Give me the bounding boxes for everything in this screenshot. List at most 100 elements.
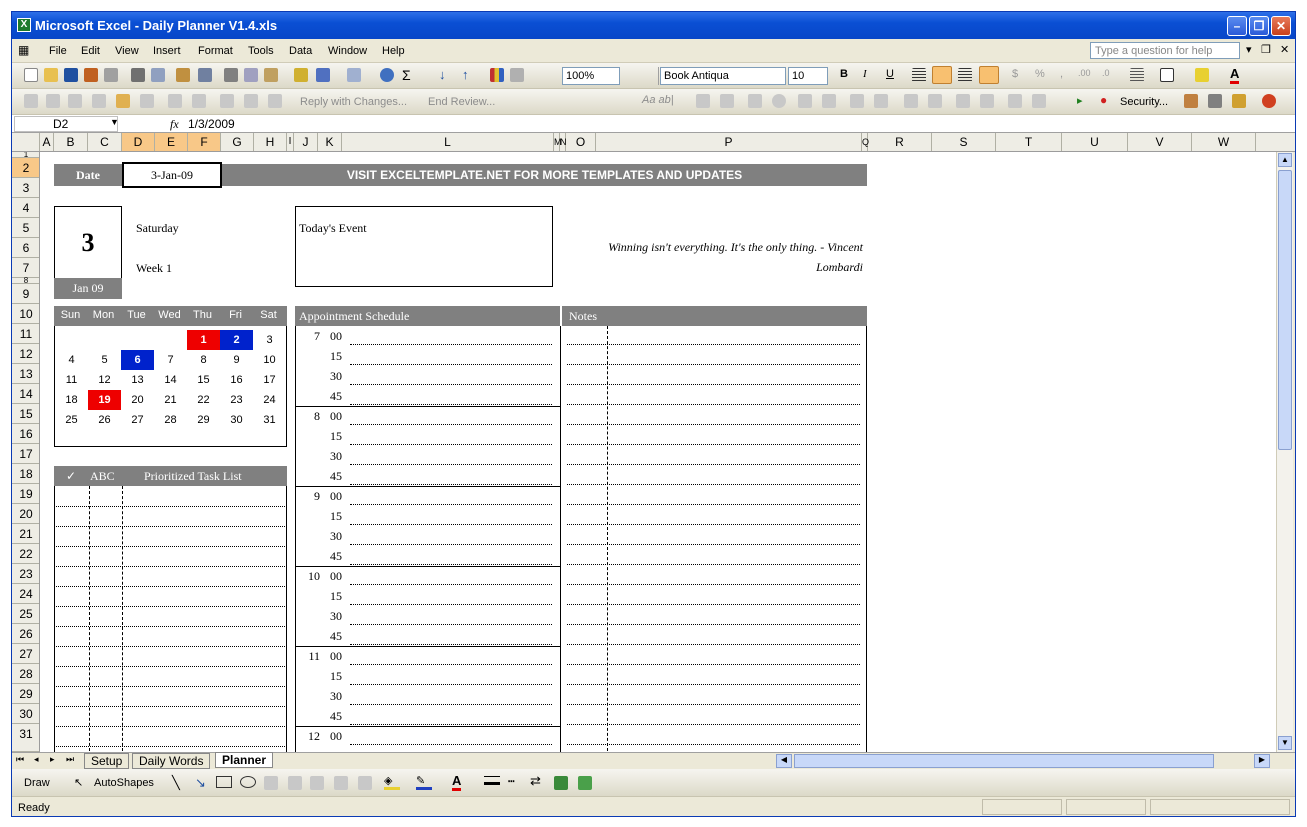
appointment-line[interactable] <box>350 464 552 465</box>
review-icon-3[interactable] <box>68 94 82 108</box>
rectangle-icon[interactable] <box>216 776 232 788</box>
scroll-left-button[interactable]: ◀ <box>776 754 792 768</box>
review-icon-10[interactable] <box>244 94 258 108</box>
forms-icon-12[interactable] <box>1032 94 1046 108</box>
appointment-line[interactable] <box>350 604 552 605</box>
appointment-line[interactable] <box>350 744 552 745</box>
calendar-day[interactable]: 9 <box>220 350 253 370</box>
menu-help[interactable]: Help <box>382 45 405 57</box>
help-search-input[interactable]: Type a question for help <box>1090 42 1240 59</box>
appointment-line[interactable] <box>350 564 552 565</box>
forms-icon-4[interactable] <box>822 94 836 108</box>
scroll-down-button[interactable]: ▼ <box>1278 736 1292 750</box>
dash-style-icon[interactable]: ┅ <box>508 775 515 788</box>
calendar-day[interactable]: 12 <box>88 370 121 390</box>
control-icon[interactable] <box>1262 94 1276 108</box>
autoshapes-button[interactable]: AutoShapes <box>94 777 154 789</box>
row-header[interactable]: 17 <box>12 444 39 464</box>
row-header[interactable]: 29 <box>12 684 39 704</box>
email-icon[interactable] <box>104 68 118 82</box>
review-icon-5[interactable] <box>116 94 130 108</box>
col-header-j[interactable]: J <box>294 133 318 151</box>
calendar-day[interactable]: 21 <box>154 390 187 410</box>
row-header[interactable]: 28 <box>12 664 39 684</box>
menu-insert[interactable]: Insert <box>153 45 181 57</box>
appointment-line[interactable] <box>350 664 552 665</box>
notes-line[interactable] <box>567 424 860 425</box>
vertical-scrollbar[interactable]: ▲ ▼ <box>1276 152 1293 752</box>
notes-line[interactable] <box>567 744 860 745</box>
increase-decimal-icon[interactable]: .00 <box>1078 68 1091 78</box>
col-header-r[interactable]: R <box>868 133 932 151</box>
row-header[interactable]: 26 <box>12 624 39 644</box>
checkbox-icon[interactable] <box>748 94 762 108</box>
notes-line[interactable] <box>567 444 860 445</box>
notes-line[interactable] <box>567 704 860 705</box>
vba-icon[interactable] <box>1184 94 1198 108</box>
format-painter-icon[interactable] <box>294 68 308 82</box>
row-header[interactable]: 3 <box>12 178 39 198</box>
forms-icon-8[interactable] <box>928 94 942 108</box>
col-header-i[interactable]: I <box>287 133 294 151</box>
option-button-icon[interactable] <box>772 94 786 108</box>
notes-line[interactable] <box>567 604 860 605</box>
restore-workbook-icon[interactable]: ❐ <box>1261 43 1271 56</box>
name-box-dropdown-icon[interactable]: ▼ <box>110 117 119 127</box>
col-header-w[interactable]: W <box>1192 133 1256 151</box>
record-macro-icon[interactable]: ● <box>1100 93 1107 107</box>
notes-line[interactable] <box>567 464 860 465</box>
spelling-icon[interactable] <box>176 68 190 82</box>
next-sheet-icon[interactable]: ▸ <box>50 754 55 765</box>
tab-daily-words[interactable]: Daily Words <box>132 753 211 769</box>
schedule-area[interactable] <box>295 326 867 752</box>
appointment-line[interactable] <box>350 684 552 685</box>
hyperlink-icon[interactable] <box>380 68 394 82</box>
row-header[interactable]: 27 <box>12 644 39 664</box>
arrow-icon[interactable]: ↘ <box>195 775 206 791</box>
row-header[interactable]: 6 <box>12 238 39 258</box>
review-icon-4[interactable] <box>92 94 106 108</box>
appointment-line[interactable] <box>350 384 552 385</box>
col-header-l[interactable]: L <box>342 133 554 151</box>
calendar-day[interactable]: 11 <box>55 370 88 390</box>
notes-line[interactable] <box>567 664 860 665</box>
col-header-o[interactable]: O <box>566 133 596 151</box>
font-size-select[interactable]: 10 <box>788 67 828 85</box>
row-header[interactable]: 30 <box>12 704 39 724</box>
menu-tools[interactable]: Tools <box>248 45 274 57</box>
forms-icon-5[interactable] <box>850 94 864 108</box>
formula-input[interactable]: 1/3/2009 <box>188 117 235 131</box>
row-header[interactable]: 12 <box>12 344 39 364</box>
notes-line[interactable] <box>567 524 860 525</box>
forms-label-icon[interactable]: Aa ab| <box>642 94 674 106</box>
drawing-icon[interactable] <box>510 68 524 82</box>
wordart-icon[interactable] <box>288 776 302 790</box>
appointment-line[interactable] <box>350 584 552 585</box>
forms-icon-11[interactable] <box>1008 94 1022 108</box>
bold-button[interactable]: B <box>840 68 848 80</box>
notes-line[interactable] <box>567 624 860 625</box>
row-header[interactable]: 7 <box>12 258 39 278</box>
save-icon[interactable] <box>64 68 78 82</box>
appointment-line[interactable] <box>350 624 552 625</box>
reply-with-changes-button[interactable]: Reply with Changes... <box>300 96 407 108</box>
notes-line[interactable] <box>567 584 860 585</box>
notes-line[interactable] <box>567 544 860 545</box>
notes-line[interactable] <box>567 504 860 505</box>
align-right-icon[interactable] <box>958 68 972 82</box>
notes-line[interactable] <box>567 644 860 645</box>
new-icon[interactable] <box>24 68 38 82</box>
forms-icon-10[interactable] <box>980 94 994 108</box>
row-header[interactable]: 16 <box>12 424 39 444</box>
calendar-day[interactable]: 14 <box>154 370 187 390</box>
sort-ascending-icon[interactable]: ↓ <box>439 67 446 82</box>
chart-wizard-icon[interactable] <box>490 68 504 82</box>
first-sheet-icon[interactable]: ⏮ <box>16 754 24 765</box>
calendar-day[interactable]: 16 <box>220 370 253 390</box>
last-sheet-icon[interactable]: ⏭ <box>66 754 74 765</box>
row-header[interactable]: 2 <box>12 158 39 178</box>
select-objects-icon[interactable]: ↖ <box>74 776 83 789</box>
currency-icon[interactable]: $ <box>1012 68 1018 80</box>
calendar-day[interactable]: 4 <box>55 350 88 370</box>
col-header-h[interactable]: H <box>254 133 287 151</box>
